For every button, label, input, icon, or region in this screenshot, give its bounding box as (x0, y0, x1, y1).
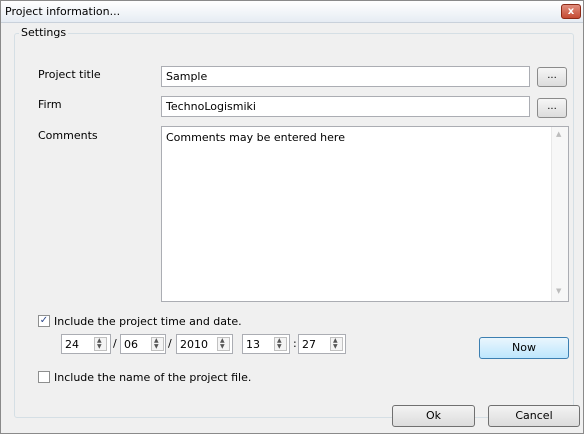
minute-spinner[interactable]: 27 ▲ ▼ (298, 334, 346, 354)
firm-label: Firm (38, 98, 62, 111)
project-title-browse-button[interactable]: ... (537, 67, 567, 87)
day-value: 24 (65, 338, 79, 351)
include-time-checkbox[interactable]: ✓ (38, 315, 50, 327)
hour-spinner[interactable]: 13 ▲ ▼ (242, 334, 290, 354)
scroll-up-icon[interactable]: ▲ (556, 130, 561, 138)
arrow-down-icon[interactable]: ▼ (220, 344, 225, 350)
comments-text: Comments may be entered here (166, 131, 345, 144)
year-spinner[interactable]: 2010 ▲ ▼ (176, 334, 233, 354)
include-file-checkbox[interactable] (38, 371, 50, 383)
comments-textarea[interactable]: Comments may be entered here ▲ ▼ (161, 126, 569, 302)
hour-spin-arrows[interactable]: ▲ ▼ (274, 337, 287, 351)
cancel-button[interactable]: Cancel (488, 405, 580, 427)
hour-value: 13 (246, 338, 260, 351)
month-spinner[interactable]: 06 ▲ ▼ (120, 334, 166, 354)
arrow-down-icon[interactable]: ▼ (97, 344, 102, 350)
time-separator: : (293, 337, 297, 350)
title-bar: Project information... x (1, 1, 583, 23)
month-spin-arrows[interactable]: ▲ ▼ (151, 337, 164, 351)
check-icon: ✓ (39, 315, 49, 326)
minute-value: 27 (302, 338, 316, 351)
include-file-label: Include the name of the project file. (54, 371, 252, 384)
comments-label: Comments (38, 129, 98, 142)
day-spin-arrows[interactable]: ▲ ▼ (94, 337, 107, 351)
close-icon: x (567, 6, 575, 17)
ok-button[interactable]: Ok (392, 405, 475, 427)
date-separator: / (168, 337, 172, 350)
arrow-down-icon[interactable]: ▼ (154, 344, 159, 350)
arrow-down-icon[interactable]: ▼ (333, 344, 338, 350)
scroll-down-icon[interactable]: ▼ (556, 287, 561, 295)
firm-browse-button[interactable]: ... (537, 98, 567, 118)
close-button[interactable]: x (561, 4, 581, 19)
settings-legend: Settings (19, 26, 69, 39)
date-separator: / (113, 337, 117, 350)
project-title-label: Project title (38, 68, 101, 81)
day-spinner[interactable]: 24 ▲ ▼ (61, 334, 111, 354)
now-button[interactable]: Now (479, 337, 569, 359)
project-information-dialog: Project information... x Settings Projec… (0, 0, 584, 434)
minute-spin-arrows[interactable]: ▲ ▼ (330, 337, 343, 351)
year-spin-arrows[interactable]: ▲ ▼ (217, 337, 230, 351)
project-title-input[interactable]: Sample (161, 66, 530, 87)
month-value: 06 (124, 338, 138, 351)
firm-input[interactable]: TechnoLogismiki (161, 96, 530, 117)
dialog-title: Project information... (5, 5, 121, 18)
include-time-label: Include the project time and date. (54, 315, 242, 328)
comments-scrollbar[interactable]: ▲ ▼ (551, 127, 568, 301)
arrow-down-icon[interactable]: ▼ (277, 344, 282, 350)
year-value: 2010 (180, 338, 208, 351)
